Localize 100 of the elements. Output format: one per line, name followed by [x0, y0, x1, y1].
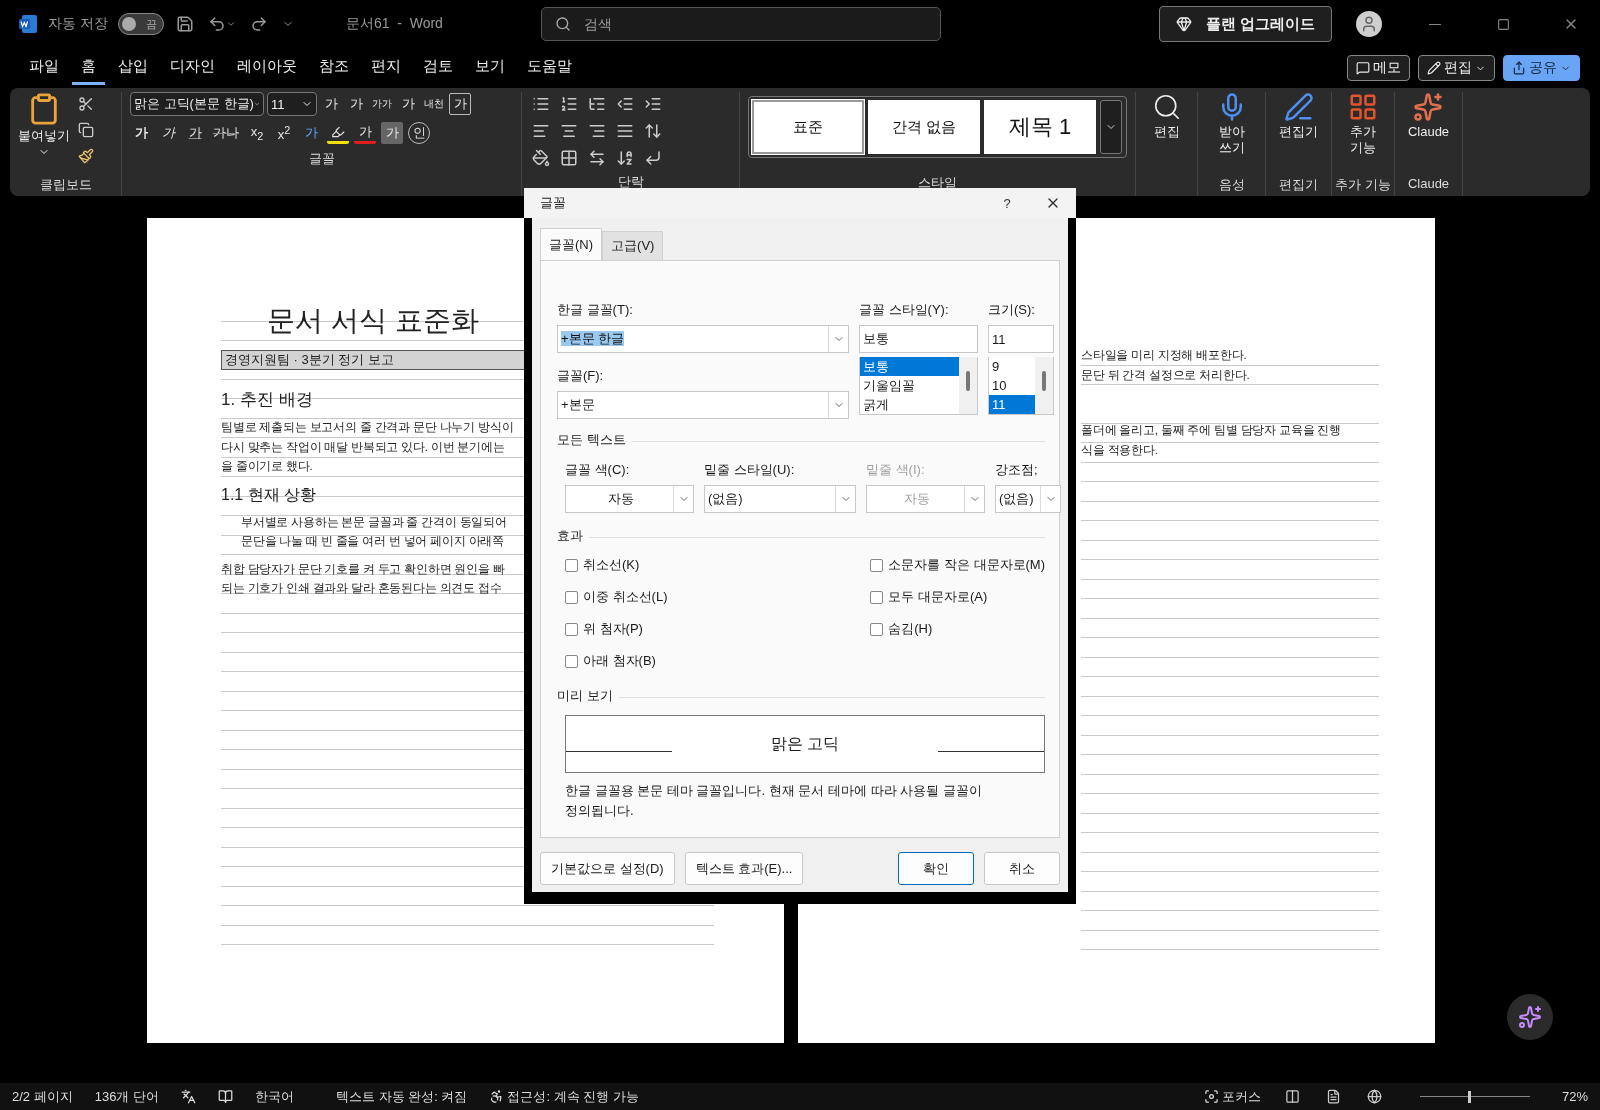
font-tool-button[interactable]: 가가 — [370, 93, 394, 115]
checkbox[interactable] — [870, 590, 884, 604]
language-label: 한국어 — [255, 1087, 294, 1106]
list-option[interactable]: 11 — [989, 395, 1035, 414]
toolbar-button[interactable]: 메모 — [1347, 55, 1410, 81]
font-tool-button[interactable]: 가 — [354, 122, 376, 144]
body-text-line: 을 줄이기로 했다. — [221, 459, 313, 474]
font-style-field[interactable]: 보통 — [859, 325, 978, 353]
starburst-icon — [1413, 92, 1444, 122]
menu-tab[interactable]: 디자인 — [161, 51, 224, 85]
search-field[interactable]: 검색 — [540, 7, 941, 41]
checkbox[interactable] — [565, 590, 578, 604]
font-tool-button[interactable]: 가 — [397, 93, 419, 115]
accessibility-status: 접근성: 계속 진행 가능 — [507, 1087, 639, 1106]
dialog-button[interactable]: 취소 — [984, 852, 1060, 885]
group-label: 추가 기능 — [1334, 176, 1392, 194]
menu-tab[interactable]: 보기 — [466, 51, 514, 85]
highlighter-icon — [331, 124, 345, 139]
focus-button[interactable]: 포커스 — [1221, 1087, 1261, 1106]
autocomplete-status: 텍스트 자동 완성: 켜짐 — [336, 1087, 468, 1106]
menu-tab[interactable]: 삽입 — [109, 51, 157, 85]
font-field[interactable]: +본문 — [557, 391, 849, 419]
paste-button[interactable]: 붙여넣기 — [18, 92, 70, 176]
list-option[interactable]: 기울임꼴 — [860, 376, 959, 395]
font-tool-button[interactable]: 가 — [345, 93, 367, 115]
menu-tab[interactable]: 검토 — [414, 51, 462, 85]
word-count: 136개 단어 — [94, 1087, 159, 1106]
font-tool-button[interactable]: x$_{2}$ — [246, 122, 268, 144]
body-text-line: 취합 담당자가 문단 기호를 켜 두고 확인하면 원인을 빠 — [221, 561, 505, 577]
maximize-icon — [1496, 17, 1510, 31]
font-tool-button[interactable]: x$^{2}$ — [273, 122, 295, 144]
menu-tab[interactable]: 도움말 — [518, 51, 581, 85]
checkbox-option[interactable]: 위 첨자(P) — [565, 615, 867, 643]
checkbox-option[interactable]: 모두 대문자로(A) — [870, 583, 1045, 611]
style-tile[interactable]: 간격 없음 — [868, 100, 980, 154]
command-button[interactable]: 편집 — [1151, 92, 1182, 176]
font-tool-button[interactable]: 가 — [130, 122, 152, 144]
dropdown-field[interactable]: (없음) — [995, 485, 1061, 513]
menu-tab[interactable]: 참조 — [310, 51, 358, 85]
upgrade-button[interactable]: 플랜 업그레이드 — [1158, 6, 1332, 42]
help-button[interactable]: ? — [984, 188, 1030, 218]
font-size-select[interactable]: 11 — [267, 92, 317, 116]
command-button[interactable]: Claude — [1407, 92, 1450, 176]
dialog-tab[interactable]: 글꼴(N) — [540, 228, 603, 261]
dialog-button[interactable]: 기본값으로 설정(D) — [540, 852, 675, 885]
dropdown-field: 자동 — [866, 485, 985, 513]
checkbox-option[interactable]: 취소선(K) — [565, 551, 867, 579]
gallery-more-button[interactable] — [1100, 100, 1122, 154]
font-tool-button[interactable]: 가 — [449, 93, 471, 115]
korean-font-field[interactable]: +본문 한글 — [557, 325, 849, 353]
style-tile[interactable]: 제목 1 — [984, 100, 1096, 154]
search-icon — [554, 16, 571, 32]
toolbar-button[interactable]: 편집 — [1418, 55, 1495, 81]
font-tool-button[interactable]: 가 — [184, 122, 206, 144]
checkbox[interactable] — [565, 654, 578, 668]
undo-icon — [207, 15, 226, 33]
command-button[interactable]: 추가 기능 — [1348, 92, 1378, 176]
checkbox-option[interactable]: 소문자를 작은 대문자로(M) — [870, 551, 1045, 579]
checkbox-option[interactable]: 아래 첨자(B) — [565, 647, 867, 675]
zoom-thumb[interactable] — [1468, 1090, 1472, 1103]
command-button[interactable]: 편집기 — [1279, 92, 1318, 176]
menu-tab[interactable]: 레이아웃 — [228, 51, 306, 85]
checkbox[interactable] — [870, 558, 884, 572]
menu-tab[interactable]: 편지 — [362, 51, 410, 85]
dialog-button[interactable]: 확인 — [898, 852, 974, 885]
list-option[interactable]: 9 — [989, 357, 1035, 376]
preview-description: 한글 글꼴용 본문 테마 글꼴입니다. 현재 문서 테마에 따라 사용될 글꼴이 정의됩니다. — [565, 782, 983, 820]
dialog-button[interactable]: 텍스트 효과(E)... — [684, 852, 804, 885]
body-text-line: 부서별로 사용하는 본문 글꼴과 줄 간격이 동일되어 — [240, 514, 507, 530]
checkbox[interactable] — [565, 622, 578, 636]
size-field[interactable]: 11 — [988, 325, 1054, 353]
scrollbar-thumb[interactable] — [1042, 371, 1046, 391]
checkbox-option[interactable]: 이중 취소선(L) — [565, 583, 867, 611]
checkbox[interactable] — [565, 558, 578, 572]
checkbox[interactable] — [870, 622, 884, 636]
copilot-button[interactable] — [1507, 994, 1553, 1040]
scrollbar-thumb[interactable] — [966, 371, 970, 391]
menu-tab[interactable]: 파일 — [20, 51, 68, 85]
checkbox-option[interactable]: 숨김(H) — [870, 615, 1045, 643]
font-tool-button[interactable]: 가 — [157, 122, 179, 144]
style-tile[interactable]: 표준 — [752, 100, 864, 154]
list-option[interactable]: 굵게 — [860, 395, 959, 414]
font-tool-button[interactable]: 가 — [320, 93, 342, 115]
field-label: 밑줄 스타일(U): — [704, 461, 796, 479]
menu-tab[interactable]: 홈 — [72, 51, 105, 85]
command-button[interactable]: 받아 쓰기 — [1216, 92, 1247, 176]
font-tool-button[interactable]: 가 — [381, 122, 403, 144]
list-option[interactable]: 보통 — [860, 357, 959, 376]
font-tool-button[interactable]: 가 — [300, 122, 322, 144]
font-tool-button[interactable]: 내천 — [422, 93, 446, 115]
dropdown-field[interactable]: 자동 — [565, 485, 694, 513]
dialog-tab[interactable]: 고급(V) — [602, 231, 664, 261]
list-option[interactable]: 10 — [989, 376, 1035, 395]
diamond-icon — [1175, 16, 1192, 32]
autosave-toggle[interactable]: 끔 — [117, 13, 164, 35]
font-name-select[interactable]: 맑은 고딕(본문 한글) — [130, 92, 264, 116]
dropdown-field[interactable]: (없음) — [704, 485, 856, 513]
toolbar-button[interactable]: 공유 — [1503, 55, 1580, 81]
avatar[interactable] — [1356, 11, 1382, 37]
section-title: 미리 보기 — [557, 687, 613, 705]
